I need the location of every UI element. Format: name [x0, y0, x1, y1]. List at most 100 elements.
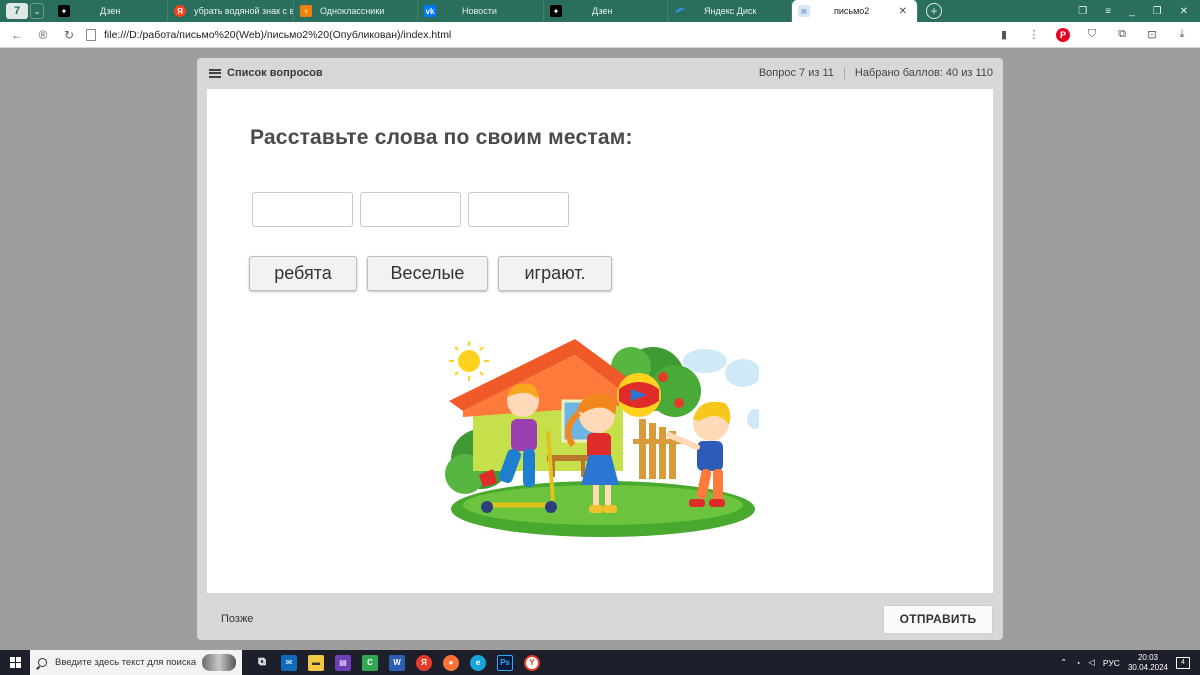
tab-label: Новости: [462, 6, 497, 16]
quiz-footer: Позже ОТПРАВИТЬ: [197, 598, 1003, 640]
address-bar: ← ® ↻ file:///D:/работа/письмо%20(Web)/п…: [0, 22, 1200, 48]
reload-icon[interactable]: ↻: [60, 28, 78, 42]
answer-slots: [252, 192, 569, 227]
word-chip[interactable]: ребята: [249, 256, 357, 291]
clock-date: 30.04.2024: [1127, 662, 1168, 672]
quiz-status: Вопрос 7 из 11 Набрано баллов: 40 из 110: [759, 67, 993, 79]
question-title: Расставьте слова по своим местам:: [250, 126, 633, 149]
tab-dzen-1[interactable]: ✦ Дзен: [52, 0, 168, 22]
yandex-icon: Я: [174, 5, 186, 17]
translate-icon[interactable]: ⧉: [1114, 28, 1130, 41]
children-playing-illustration: [445, 339, 759, 537]
address-bar-actions: ▮ ⋮ P ⛉ ⧉ ⊡ ⤓: [996, 27, 1200, 42]
notification-icon[interactable]: 4: [1176, 656, 1190, 669]
quiz-player: Список вопросов Вопрос 7 из 11 Набрано б…: [197, 58, 1003, 640]
word-bank: ребята Веселые играют.: [249, 256, 612, 291]
url-field[interactable]: file:///D:/работа/письмо%20(Web)/письмо2…: [86, 25, 996, 45]
tab-label: Дзен: [592, 6, 613, 16]
list-icon: [209, 68, 221, 78]
volume-icon[interactable]: ◁: [1088, 657, 1095, 668]
mail-icon[interactable]: ✉: [281, 654, 297, 671]
protect-icon[interactable]: ®: [34, 28, 52, 42]
extension-icon[interactable]: ⊡: [1144, 28, 1160, 41]
question-list-button[interactable]: Список вопросов: [209, 67, 323, 79]
window-controls: ❐ ≡ _ ❐ ✕: [1078, 0, 1200, 22]
back-icon[interactable]: ←: [8, 28, 26, 42]
task-view-icon[interactable]: ⧉: [254, 655, 270, 671]
edge-icon[interactable]: e: [470, 654, 486, 671]
drop-slot-2[interactable]: [360, 192, 461, 227]
tab-counter-badge[interactable]: 7: [6, 3, 28, 19]
archiver-icon[interactable]: ▤: [335, 654, 351, 671]
bookmark-icon[interactable]: ▮: [996, 28, 1012, 41]
pinterest-icon[interactable]: P: [1056, 27, 1070, 42]
tab-yandex-disk[interactable]: Яндекс Диск: [668, 0, 792, 22]
clock-time: 20:03: [1137, 652, 1158, 662]
later-button[interactable]: Позже: [221, 613, 253, 625]
word-chip[interactable]: играют.: [498, 256, 612, 291]
chevron-up-icon[interactable]: ⌃: [1060, 657, 1067, 668]
tab-news[interactable]: vk Новости: [418, 0, 544, 22]
question-area: Расставьте слова по своим местам: ребята…: [207, 89, 993, 593]
minimize-icon[interactable]: _: [1129, 6, 1135, 17]
chevron-down-icon[interactable]: ⌄: [30, 3, 44, 19]
photoshop-icon[interactable]: Ps: [497, 654, 513, 671]
search-icon: [38, 658, 47, 667]
tab-yandex-search[interactable]: Я убрать водяной знак с ви: [168, 0, 294, 22]
dzen-icon: ✦: [550, 5, 562, 17]
start-button[interactable]: [0, 650, 30, 675]
tab-label: письмо2: [834, 6, 870, 16]
file-explorer-icon[interactable]: ▬: [308, 654, 324, 671]
tab-label: Яндекс Диск: [704, 6, 757, 16]
browser-tab-strip: 7 ⌄ ✦ Дзен Я убрать водяной знак с ви ♀ …: [0, 0, 1200, 22]
submit-button[interactable]: ОТПРАВИТЬ: [883, 604, 993, 634]
drop-slot-3[interactable]: [468, 192, 569, 227]
tab-label: Одноклассники: [320, 6, 385, 16]
download-icon[interactable]: ⤓: [1174, 28, 1190, 41]
score-text: Набрано баллов: 40 из 110: [854, 67, 993, 79]
tab-odnoklassniki[interactable]: ♀ Одноклассники: [294, 0, 418, 22]
taskbar-search[interactable]: Введите здесь текст для поиска: [30, 650, 242, 675]
quiz-header: Список вопросов Вопрос 7 из 11 Набрано б…: [197, 58, 1003, 88]
disk-icon: [674, 5, 686, 17]
ok-icon: ♀: [300, 5, 312, 17]
word-icon[interactable]: W: [389, 654, 405, 671]
file-icon: [86, 28, 96, 41]
shield-icon[interactable]: ⛉: [1084, 28, 1100, 41]
notification-count: 4: [1181, 659, 1185, 666]
tab-label: Дзен: [100, 6, 121, 16]
camtasia-icon[interactable]: C: [362, 654, 378, 671]
language-indicator[interactable]: РУС: [1103, 658, 1120, 668]
word-chip[interactable]: Веселые: [367, 256, 488, 291]
close-icon[interactable]: ✕: [899, 6, 907, 17]
tab-dzen-2[interactable]: ✦ Дзен: [544, 0, 668, 22]
firefox-icon[interactable]: ●: [443, 654, 459, 671]
windows-taskbar: Введите здесь текст для поиска ⧉ ✉ ▬ ▤ C…: [0, 650, 1200, 675]
close-window-icon[interactable]: ✕: [1180, 6, 1188, 17]
tab-pismo2[interactable]: ▤ письмо2 ✕: [792, 0, 918, 22]
divider: [843, 67, 845, 79]
new-tab-button[interactable]: +: [926, 3, 942, 19]
vk-icon: vk: [424, 5, 436, 17]
system-tray: ⌃ ◔ ◁ РУС 20:03 30.04.2024 4: [1060, 653, 1200, 673]
search-placeholder: Введите здесь текст для поиска: [55, 657, 197, 668]
sun-icon: [449, 341, 489, 381]
question-progress: Вопрос 7 из 11: [758, 67, 834, 79]
question-list-label: Список вопросов: [227, 67, 323, 79]
url-text: file:///D:/работа/письмо%20(Web)/письмо2…: [104, 28, 452, 41]
more-icon[interactable]: ⋮: [1026, 28, 1042, 41]
tab-label: убрать водяной знак с ви: [194, 6, 294, 16]
page-icon: ▤: [798, 5, 810, 17]
dzen-icon: ✦: [58, 5, 70, 17]
yandex-icon[interactable]: Я: [416, 654, 432, 671]
restore-icon[interactable]: ❐: [1153, 6, 1162, 17]
taskbar-apps: ⧉ ✉ ▬ ▤ C W Я ● e Ps Y: [254, 654, 540, 671]
menu-icon[interactable]: ≡: [1105, 6, 1111, 17]
clock[interactable]: 20:03 30.04.2024: [1128, 653, 1168, 673]
yandex-browser-icon[interactable]: Y: [524, 654, 540, 671]
network-icon[interactable]: ◔: [1075, 658, 1080, 668]
windows-logo-icon: [9, 657, 21, 668]
bookmarks-icon[interactable]: ❐: [1078, 6, 1087, 17]
search-highlight-image: [202, 654, 236, 671]
drop-slot-1[interactable]: [252, 192, 353, 227]
